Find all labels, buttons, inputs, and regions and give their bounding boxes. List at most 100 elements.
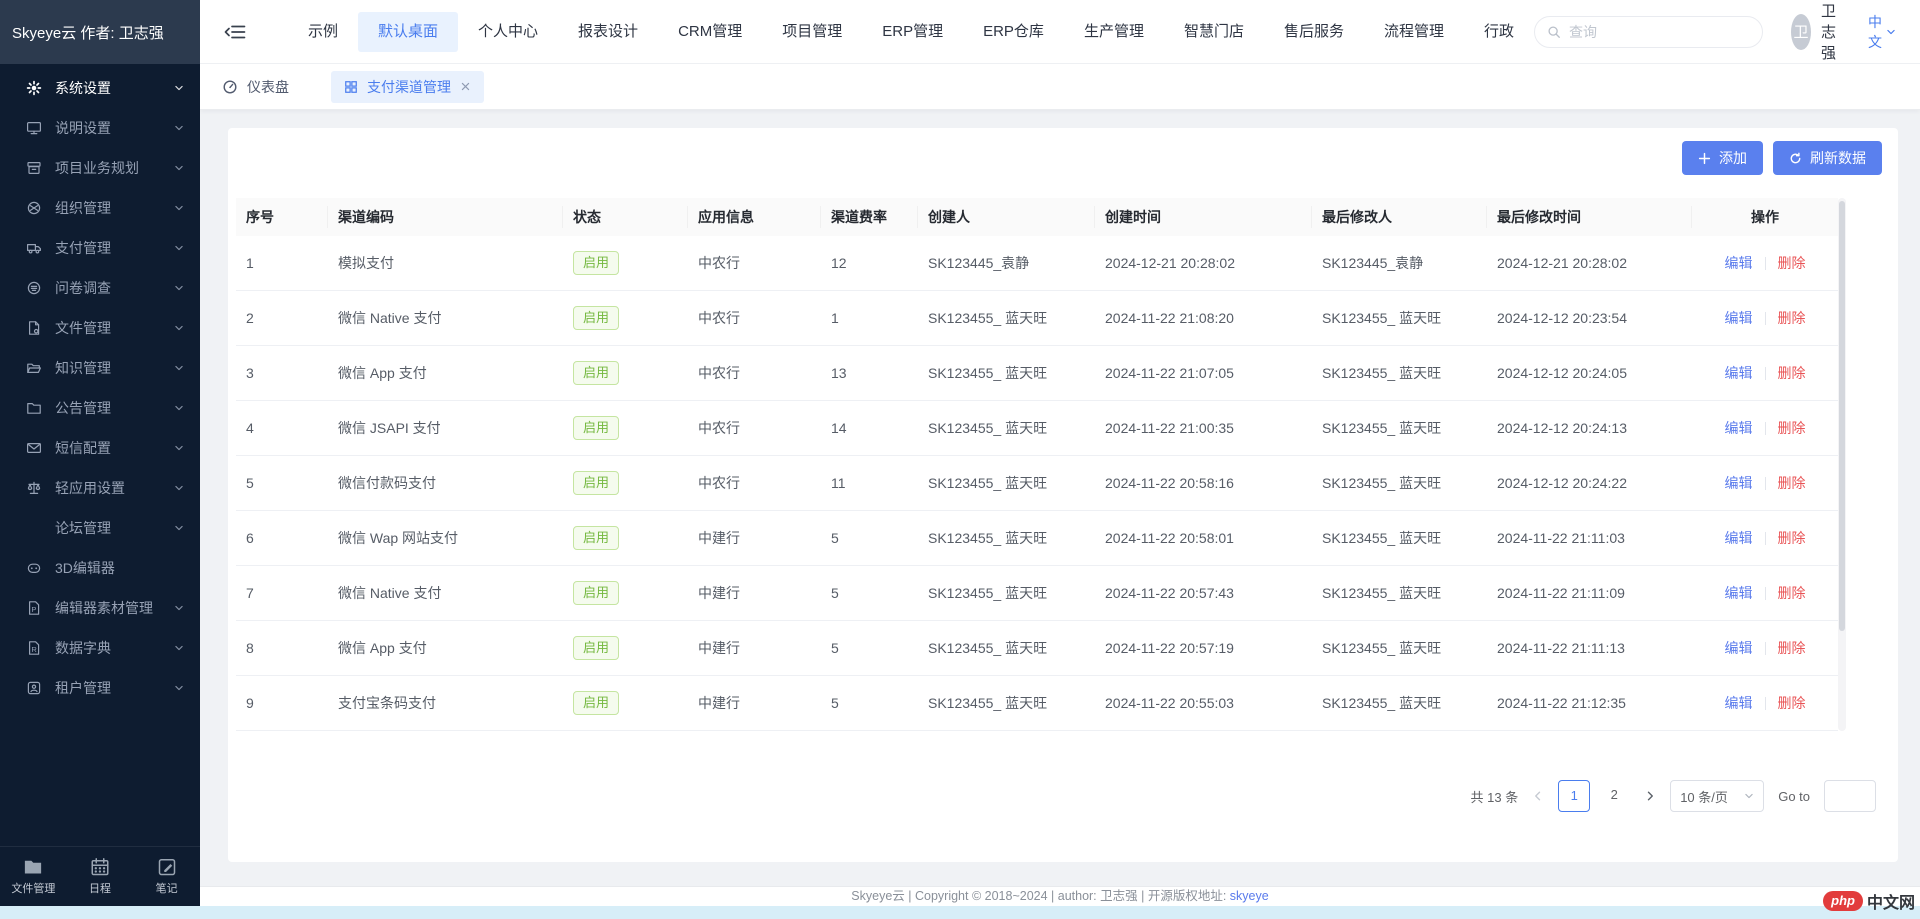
table-row: 2 微信 Native 支付 启用 中农行 1 SK123455_ 蓝天旺 20…: [236, 291, 1838, 346]
top-nav-item[interactable]: 流程管理: [1364, 12, 1464, 52]
status-badge: 启用: [573, 636, 619, 660]
delete-link[interactable]: 删除: [1778, 253, 1806, 273]
action-divider: [1765, 532, 1766, 545]
col-header: 序号: [236, 206, 328, 228]
collapse-sidebar-icon[interactable]: [224, 23, 246, 41]
top-nav-item[interactable]: ERP管理: [862, 12, 963, 52]
delete-link[interactable]: 删除: [1778, 528, 1806, 548]
sidebar-shortcut[interactable]: 文件管理: [0, 857, 67, 896]
top-nav-item[interactable]: 示例: [288, 12, 358, 52]
delete-link[interactable]: 删除: [1778, 418, 1806, 438]
sidebar-item[interactable]: 轻应用设置: [0, 468, 200, 508]
sidebar-item[interactable]: 知识管理: [0, 348, 200, 388]
scrollbar-thumb[interactable]: [1839, 201, 1845, 631]
top-nav-item[interactable]: 生产管理: [1064, 12, 1164, 52]
page-number[interactable]: 1: [1558, 780, 1590, 812]
cell-rate: 5: [821, 585, 918, 601]
close-icon[interactable]: [460, 81, 471, 92]
cell-status: 启用: [563, 306, 688, 330]
edit-link[interactable]: 编辑: [1725, 363, 1753, 383]
page-size-select[interactable]: 10 条/页: [1670, 780, 1764, 812]
table-scrollbar[interactable]: [1838, 198, 1846, 731]
cell-app-info: 中建行: [688, 638, 821, 658]
action-divider: [1765, 367, 1766, 380]
delete-link[interactable]: 删除: [1778, 473, 1806, 493]
sidebar-item[interactable]: 项目业务规划: [0, 148, 200, 188]
top-nav-item[interactable]: 项目管理: [762, 12, 862, 52]
cell-modifier: SK123455_ 蓝天旺: [1312, 363, 1487, 383]
search-box[interactable]: [1534, 16, 1763, 48]
add-button[interactable]: 添加: [1682, 141, 1763, 175]
chevron-down-icon: [1744, 791, 1754, 801]
cell-index: 6: [236, 530, 328, 546]
cell-status: 启用: [563, 416, 688, 440]
edit-link[interactable]: 编辑: [1725, 473, 1753, 493]
top-nav-item[interactable]: 个人中心: [458, 12, 558, 52]
sidebar-item[interactable]: 组织管理: [0, 188, 200, 228]
delete-link[interactable]: 删除: [1778, 693, 1806, 713]
cell-creator: SK123455_ 蓝天旺: [918, 363, 1095, 383]
sidebar-shortcut[interactable]: 笔记: [133, 857, 200, 896]
cell-actions: 编辑 删除: [1692, 583, 1838, 603]
cell-creator: SK123445_袁静: [918, 253, 1095, 273]
delete-link[interactable]: 删除: [1778, 583, 1806, 603]
prev-page-icon[interactable]: [1532, 790, 1544, 802]
next-page-icon[interactable]: [1644, 790, 1656, 802]
col-header: 渠道编码: [328, 206, 563, 228]
tab-dashboard[interactable]: 仪表盘: [222, 77, 289, 97]
cell-modified-time: 2024-11-22 21:11:13: [1487, 640, 1692, 656]
top-nav-item[interactable]: 行政: [1464, 12, 1534, 52]
sidebar-item[interactable]: 系统设置: [0, 68, 200, 108]
delete-link[interactable]: 删除: [1778, 308, 1806, 328]
sidebar-shortcut[interactable]: 日程: [67, 857, 134, 896]
sidebar-item[interactable]: 公告管理: [0, 388, 200, 428]
file-p-icon: P: [26, 600, 42, 616]
sidebar-item[interactable]: 租户管理: [0, 668, 200, 708]
edit-link[interactable]: 编辑: [1725, 528, 1753, 548]
page-number[interactable]: 2: [1598, 780, 1630, 812]
tab-payment-channel[interactable]: 支付渠道管理: [331, 71, 484, 103]
top-nav-item[interactable]: 默认桌面: [358, 12, 458, 52]
top-nav-item[interactable]: 报表设计: [558, 12, 658, 52]
status-badge: 启用: [573, 691, 619, 715]
cell-modified-time: 2024-12-12 20:24:22: [1487, 475, 1692, 491]
page-size-label: 10 条/页: [1680, 787, 1728, 806]
user-name[interactable]: 卫志强: [1821, 0, 1846, 63]
chevron-down-icon: [174, 163, 184, 173]
sidebar-item[interactable]: 支付管理: [0, 228, 200, 268]
edit-link[interactable]: 编辑: [1725, 253, 1753, 273]
cell-channel-code: 微信 Native 支付: [328, 308, 563, 328]
sidebar-item[interactable]: 短信配置: [0, 428, 200, 468]
cell-modifier: SK123455_ 蓝天旺: [1312, 473, 1487, 493]
sidebar-menu: 系统设置 说明设置 项目业务规划 组织管理: [0, 64, 200, 708]
top-nav-item[interactable]: 售后服务: [1264, 12, 1364, 52]
shortcut-label: 日程: [89, 880, 111, 896]
cell-rate: 13: [821, 365, 918, 381]
sidebar-item[interactable]: 问卷调查: [0, 268, 200, 308]
goto-page-input[interactable]: [1824, 780, 1876, 812]
top-nav-item[interactable]: CRM管理: [658, 12, 762, 52]
delete-link[interactable]: 删除: [1778, 638, 1806, 658]
action-divider: [1765, 422, 1766, 435]
sidebar-item[interactable]: 论坛管理: [0, 508, 200, 548]
edit-link[interactable]: 编辑: [1725, 308, 1753, 328]
avatar[interactable]: 卫: [1791, 14, 1811, 50]
sidebar-item[interactable]: P 编辑器素材管理: [0, 588, 200, 628]
edit-link[interactable]: 编辑: [1725, 418, 1753, 438]
top-nav-item[interactable]: 智慧门店: [1164, 12, 1264, 52]
language-switcher[interactable]: 中文: [1868, 12, 1896, 52]
sidebar-item[interactable]: 文件管理: [0, 308, 200, 348]
cell-rate: 11: [821, 475, 918, 491]
refresh-button[interactable]: 刷新数据: [1773, 141, 1882, 175]
edit-link[interactable]: 编辑: [1725, 583, 1753, 603]
sidebar-item[interactable]: 3D编辑器: [0, 548, 200, 588]
search-input[interactable]: [1569, 24, 1750, 40]
edit-link[interactable]: 编辑: [1725, 693, 1753, 713]
top-nav-item[interactable]: ERP仓库: [963, 12, 1064, 52]
delete-link[interactable]: 删除: [1778, 363, 1806, 383]
sidebar-item[interactable]: R 数据字典: [0, 628, 200, 668]
source-link[interactable]: skyeye: [1230, 889, 1269, 903]
chevron-down-icon: [174, 443, 184, 453]
sidebar-item[interactable]: 说明设置: [0, 108, 200, 148]
edit-link[interactable]: 编辑: [1725, 638, 1753, 658]
